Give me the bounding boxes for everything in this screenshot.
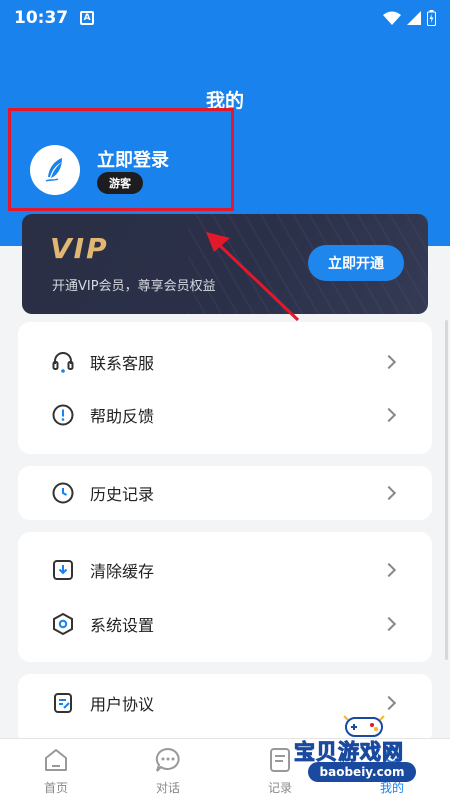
battery-icon: [427, 10, 436, 26]
headset-icon: [50, 349, 76, 375]
download-box-icon: [50, 557, 76, 583]
vip-subtitle: 开通VIP会员，尊享会员权益: [52, 279, 216, 294]
tab-label-chat: 对话: [155, 781, 180, 795]
chevron-right-icon: [381, 354, 397, 370]
menu-item-history[interactable]: 历史记录: [18, 466, 432, 520]
settings-hexagon-icon: [50, 611, 76, 637]
menu-item-feedback[interactable]: 帮助反馈: [18, 388, 432, 442]
home-icon: [45, 749, 67, 771]
tab-home[interactable]: 首页: [0, 739, 112, 800]
clock-icon: [50, 480, 76, 506]
menu-card-support: 联系客服 帮助反馈: [18, 322, 432, 454]
menu-label-clear-cache: 清除缓存: [90, 562, 155, 581]
status-bar: 10:37 A: [0, 0, 450, 36]
avatar[interactable]: [30, 145, 80, 195]
menu-item-clear-cache[interactable]: 清除缓存: [18, 543, 432, 597]
status-time: 10:37: [14, 8, 69, 28]
wifi-icon: [383, 11, 401, 25]
chevron-right-icon: [381, 485, 397, 501]
menu-item-contact[interactable]: 联系客服: [18, 335, 432, 389]
tab-chat[interactable]: 对话: [112, 739, 224, 800]
status-icons: [383, 10, 436, 26]
menu-card-system: 清除缓存 系统设置: [18, 532, 432, 662]
menu-label-contact: 联系客服: [90, 354, 155, 373]
notification-icon: A: [80, 11, 95, 25]
menu-label-settings: 系统设置: [90, 616, 155, 635]
annotation-arrow-icon: [206, 232, 300, 322]
watermark-url: baobeiy.com: [308, 762, 416, 782]
guest-badge: 游客: [97, 172, 143, 194]
menu-item-settings[interactable]: 系统设置: [18, 597, 432, 651]
chat-bubble-icon: [155, 747, 180, 772]
chevron-right-icon: [381, 562, 397, 578]
vip-open-button[interactable]: 立即开通: [308, 245, 404, 281]
vip-logo: VIP: [50, 232, 109, 265]
scrollbar[interactable]: [445, 320, 448, 660]
menu-label-user-agreement: 用户协议: [90, 695, 155, 714]
alert-circle-icon: [50, 402, 76, 428]
menu-label-history: 历史记录: [90, 485, 155, 504]
document-edit-icon: [50, 690, 76, 716]
signal-icon: [407, 11, 421, 25]
watermark: 宝贝游戏网 baobeiy.com: [286, 712, 446, 796]
menu-label-feedback: 帮助反馈: [90, 407, 155, 426]
chevron-right-icon: [381, 695, 397, 711]
chevron-right-icon: [381, 407, 397, 423]
tab-label-home: 首页: [43, 781, 68, 795]
login-button[interactable]: 立即登录: [97, 146, 169, 172]
chevron-right-icon: [381, 616, 397, 632]
feather-icon: [45, 158, 62, 182]
menu-card-history: 历史记录: [18, 466, 432, 520]
